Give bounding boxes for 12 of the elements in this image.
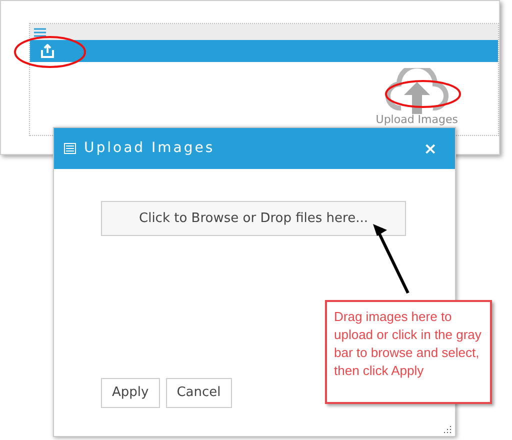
upload-icon[interactable]: [40, 44, 55, 58]
dialog-button[interactable]: Apply: [101, 378, 160, 408]
list-icon: [64, 143, 76, 154]
dialog-title: Upload Images: [84, 139, 216, 158]
menu-icon[interactable]: [34, 28, 46, 36]
callout-text: Drag images here to upload or click in the gray bar to browse and select, then click Apply: [334, 308, 482, 380]
upload-images-label: Upload Images: [376, 114, 458, 125]
cloud-upload-icon[interactable]: [384, 68, 449, 114]
annotation-arrow: [371, 223, 411, 295]
dialog-button[interactable]: Cancel: [166, 378, 232, 408]
drop-zone[interactable]: Click to Browse or Drop files here...: [101, 201, 406, 236]
resize-grip-icon[interactable]: [444, 425, 452, 433]
